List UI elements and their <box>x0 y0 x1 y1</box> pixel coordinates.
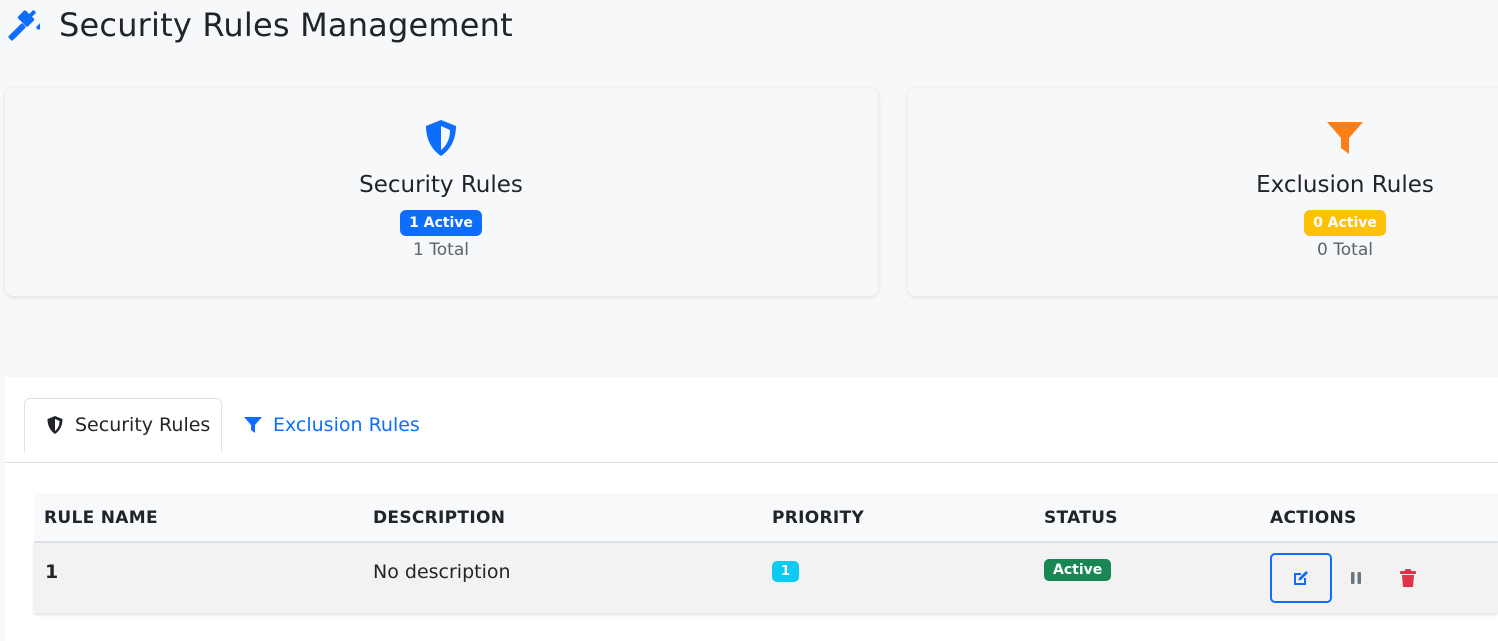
rule-name-cell: 1 <box>45 561 59 583</box>
column-header-rule-name[interactable]: RULE NAME <box>44 508 158 528</box>
column-header-priority[interactable]: PRIORITY <box>772 508 864 528</box>
pause-icon <box>1351 572 1361 584</box>
tab-exclusion-rules[interactable]: Exclusion Rules <box>243 398 420 452</box>
column-header-status[interactable]: STATUS <box>1044 508 1118 528</box>
priority-badge: 1 <box>772 561 800 582</box>
tab-label: Exclusion Rules <box>273 414 420 436</box>
column-header-description[interactable]: DESCRIPTION <box>373 508 505 528</box>
description-cell: No description <box>373 561 511 583</box>
rules-table: RULE NAME DESCRIPTION PRIORITY STATUS AC… <box>34 493 1498 613</box>
edit-icon <box>1294 571 1308 585</box>
gavel-icon <box>8 10 40 41</box>
tab-security-rules[interactable]: Security Rules <box>24 398 222 452</box>
active-count-badge: 0 Active <box>1304 210 1386 236</box>
card-title: Security Rules <box>359 172 523 198</box>
total-count: 0 Total <box>1317 240 1373 260</box>
total-count: 1 Total <box>413 240 469 260</box>
tab-label: Security Rules <box>75 414 211 436</box>
filter-icon <box>1327 122 1363 154</box>
rules-tabs: Security Rules Exclusion Rules <box>5 377 1498 463</box>
shield-icon <box>47 416 63 434</box>
security-rules-card: Security Rules 1 Active 1 Total <box>5 88 878 296</box>
table-row[interactable]: 1 No description 1 Active <box>34 543 1498 613</box>
card-title: Exclusion Rules <box>1256 172 1434 198</box>
rules-panel: Security Rules Exclusion Rules RULE NAME… <box>5 377 1498 641</box>
edit-button[interactable] <box>1270 553 1332 603</box>
active-count-badge: 1 Active <box>400 210 482 236</box>
page-title: Security Rules Management <box>59 6 513 44</box>
column-header-actions: ACTIONS <box>1270 508 1357 528</box>
shield-icon <box>426 120 456 156</box>
trash-icon <box>1400 569 1416 587</box>
delete-button[interactable] <box>1393 561 1423 595</box>
table-header: RULE NAME DESCRIPTION PRIORITY STATUS AC… <box>34 493 1498 543</box>
pause-button[interactable] <box>1341 561 1371 595</box>
status-badge: Active <box>1044 559 1112 581</box>
filter-icon <box>244 417 262 433</box>
exclusion-rules-card: Exclusion Rules 0 Active 0 Total <box>908 88 1498 296</box>
